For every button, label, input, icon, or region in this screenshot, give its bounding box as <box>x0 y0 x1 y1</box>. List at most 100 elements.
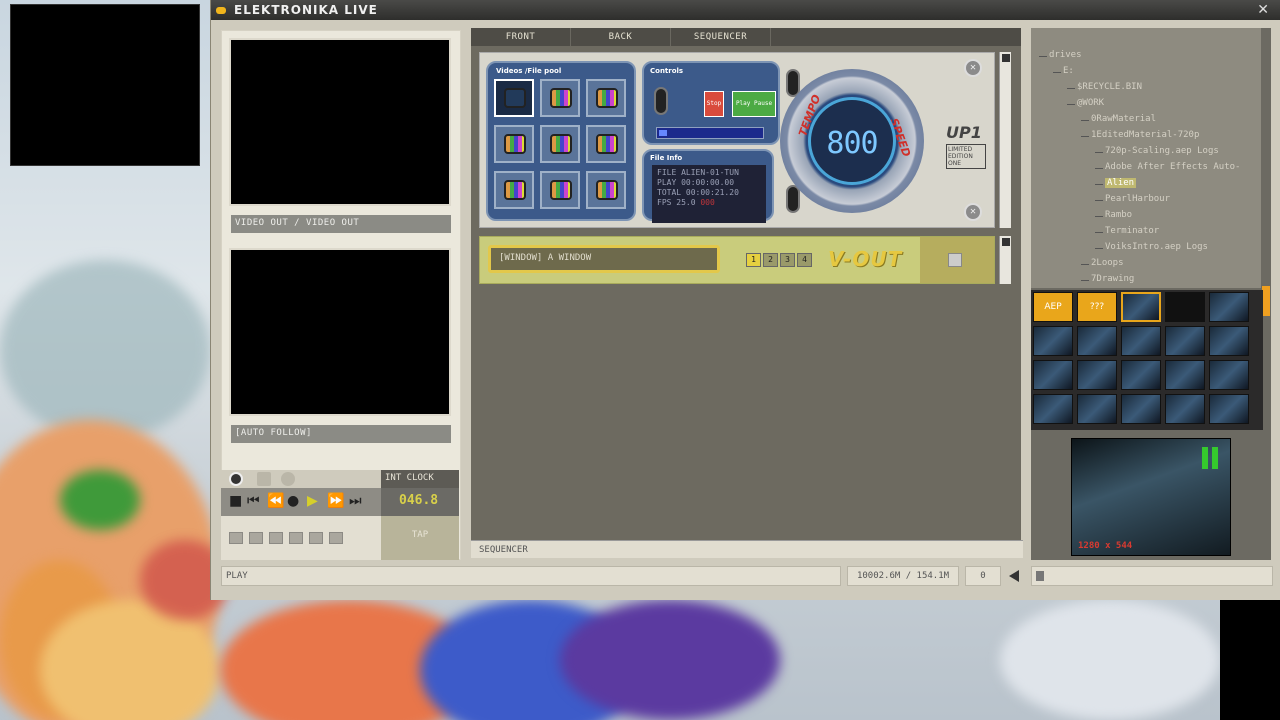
clip-thumbnail[interactable] <box>1209 360 1249 390</box>
settings-knob-icon[interactable]: ✕ <box>964 203 982 221</box>
tree-item[interactable]: Alien <box>1105 178 1137 188</box>
clip-thumbnail[interactable] <box>1165 394 1205 424</box>
clip-thumbnail-unknown[interactable]: ??? <box>1077 292 1117 322</box>
pause-icon[interactable] <box>1202 447 1220 469</box>
new-file-icon[interactable] <box>229 532 243 544</box>
file-info-caption: File Info <box>650 154 683 162</box>
vout-title: V-OUT <box>828 247 903 271</box>
file-pool-clip[interactable] <box>540 79 580 117</box>
direction-toggle[interactable] <box>654 87 668 115</box>
skip-forward-icon[interactable]: ⏭ <box>349 494 362 508</box>
clip-thumbnail[interactable] <box>1209 292 1249 322</box>
save-icon[interactable] <box>269 532 283 544</box>
file-pool-clip[interactable] <box>586 125 626 163</box>
random-mode-icon[interactable] <box>281 472 295 486</box>
tree-item[interactable]: $RECYCLE.BIN <box>1077 82 1142 92</box>
clip-thumbnail[interactable] <box>1033 394 1073 424</box>
clip-thumbnail[interactable] <box>1077 326 1117 356</box>
stop-icon[interactable]: ■ <box>229 494 242 508</box>
file-pool-clip[interactable] <box>586 171 626 209</box>
tree-item[interactable]: @WORK <box>1077 98 1104 108</box>
file-pool-clip[interactable] <box>494 171 534 209</box>
speed-dial[interactable]: TEMPO SPEED 800 <box>780 69 924 213</box>
clip-preview[interactable]: 1280 x 544 <box>1071 438 1231 556</box>
output-3-button[interactable]: 3 <box>780 253 795 267</box>
output-2-button[interactable]: 2 <box>763 253 778 267</box>
tap-button[interactable]: TAP <box>381 516 459 560</box>
record-mode-icon[interactable] <box>229 472 243 486</box>
video-out-monitor <box>229 38 451 206</box>
clip-thumbnail[interactable] <box>1165 326 1205 356</box>
tree-item[interactable]: VoiksIntro.aep Logs <box>1105 242 1208 252</box>
clock-bpm-display[interactable]: 046.8 <box>381 488 459 516</box>
output-1-button[interactable]: 1 <box>746 253 761 267</box>
clip-thumbnail[interactable] <box>1077 394 1117 424</box>
play-pause-button[interactable]: Play Pause <box>732 91 776 117</box>
tree-item[interactable]: PearlHarbour <box>1105 194 1170 204</box>
file-pool-clip[interactable] <box>494 125 534 163</box>
file-tree-scrollbar[interactable] <box>1261 28 1271 316</box>
close-player-icon[interactable]: ✕ <box>964 59 982 77</box>
app-icon <box>216 6 226 14</box>
close-icon[interactable]: ✕ <box>1257 2 1269 18</box>
stop-button[interactable]: Stop <box>704 91 724 117</box>
help-icon[interactable] <box>329 532 343 544</box>
player-front-panel: Videos /File pool Controls Stop Play Pau… <box>479 52 995 228</box>
tab-sequencer[interactable]: SEQUENCER <box>671 28 771 46</box>
tree-item[interactable]: 1EditedMaterial-720p <box>1091 130 1199 140</box>
browser-horizontal-slider[interactable] <box>1031 566 1273 586</box>
clip-thumbnail[interactable] <box>1165 292 1205 322</box>
export-icon[interactable] <box>309 532 323 544</box>
vout-enable-checkbox[interactable] <box>948 253 962 267</box>
save-as-icon[interactable] <box>289 532 303 544</box>
vout-scrollbar[interactable] <box>999 236 1011 284</box>
tree-item[interactable]: 2Loops <box>1091 258 1124 268</box>
file-pool-clip[interactable] <box>540 171 580 209</box>
status-counter: 0 <box>965 566 1001 586</box>
clip-thumbnail[interactable] <box>1121 394 1161 424</box>
tree-item[interactable]: E: <box>1063 66 1074 76</box>
tree-item[interactable]: 7Drawing <box>1091 274 1134 284</box>
clip-thumbnail[interactable] <box>1077 360 1117 390</box>
file-pool-clip[interactable] <box>540 125 580 163</box>
auto-follow-label[interactable]: [AUTO FOLLOW] <box>231 425 451 443</box>
clip-thumbnail[interactable] <box>1165 360 1205 390</box>
clip-thumbnail-aep[interactable]: AEP <box>1033 292 1073 322</box>
loop-mode-icon[interactable] <box>257 472 271 486</box>
open-folder-icon[interactable] <box>249 532 263 544</box>
clip-thumbnail[interactable] <box>1121 360 1161 390</box>
rack-tabs: FRONT BACK SEQUENCER <box>471 28 1021 46</box>
tree-item[interactable]: 0RawMaterial <box>1091 114 1156 124</box>
video-out-label[interactable]: VIDEO OUT / VIDEO OUT <box>231 215 451 233</box>
tree-item[interactable]: 720p-Scaling.aep Logs <box>1105 146 1219 156</box>
tree-item[interactable]: Terminator <box>1105 226 1159 236</box>
tab-front[interactable]: FRONT <box>471 28 571 46</box>
clip-thumbnail[interactable] <box>1209 394 1249 424</box>
output-number-buttons: 1 2 3 4 <box>746 253 812 267</box>
collapse-arrow-icon[interactable] <box>1009 570 1019 582</box>
browser-panel: drives E: $RECYCLE.BIN @WORK 0RawMaterial 1Ed… <box>1031 28 1271 560</box>
output-4-button[interactable]: 4 <box>797 253 812 267</box>
front-panel-scrollbar[interactable] <box>999 52 1011 228</box>
fast-forward-icon[interactable]: ⏩ <box>327 494 344 508</box>
clip-thumbnail[interactable] <box>1209 326 1249 356</box>
playback-progress-bar[interactable] <box>656 127 764 139</box>
title-bar[interactable]: ELEKTRONIKA LIVE ✕ <box>211 0 1280 20</box>
file-pool: Videos /File pool <box>486 61 636 221</box>
file-pool-clip[interactable] <box>494 79 534 117</box>
rewind-icon[interactable]: ⏪ <box>267 494 284 508</box>
tab-back[interactable]: BACK <box>571 28 671 46</box>
tree-item[interactable]: Rambo <box>1105 210 1132 220</box>
vout-module: [WINDOW] A WINDOW 1 2 3 4 V-OUT <box>479 236 995 284</box>
skip-back-icon[interactable]: ⏮ <box>247 494 260 508</box>
file-pool-clip[interactable] <box>586 79 626 117</box>
clip-thumbnail[interactable] <box>1121 326 1161 356</box>
clip-thumbnail[interactable] <box>1033 360 1073 390</box>
tree-item[interactable]: drives <box>1049 50 1082 60</box>
clip-thumbnail[interactable] <box>1121 292 1161 322</box>
output-window-selector[interactable]: [WINDOW] A WINDOW <box>488 245 720 273</box>
play-icon[interactable]: ▶ <box>307 494 318 508</box>
clip-thumbnail[interactable] <box>1033 326 1073 356</box>
tree-item[interactable]: Adobe After Effects Auto- <box>1105 162 1240 172</box>
record-icon[interactable]: ● <box>287 494 299 508</box>
